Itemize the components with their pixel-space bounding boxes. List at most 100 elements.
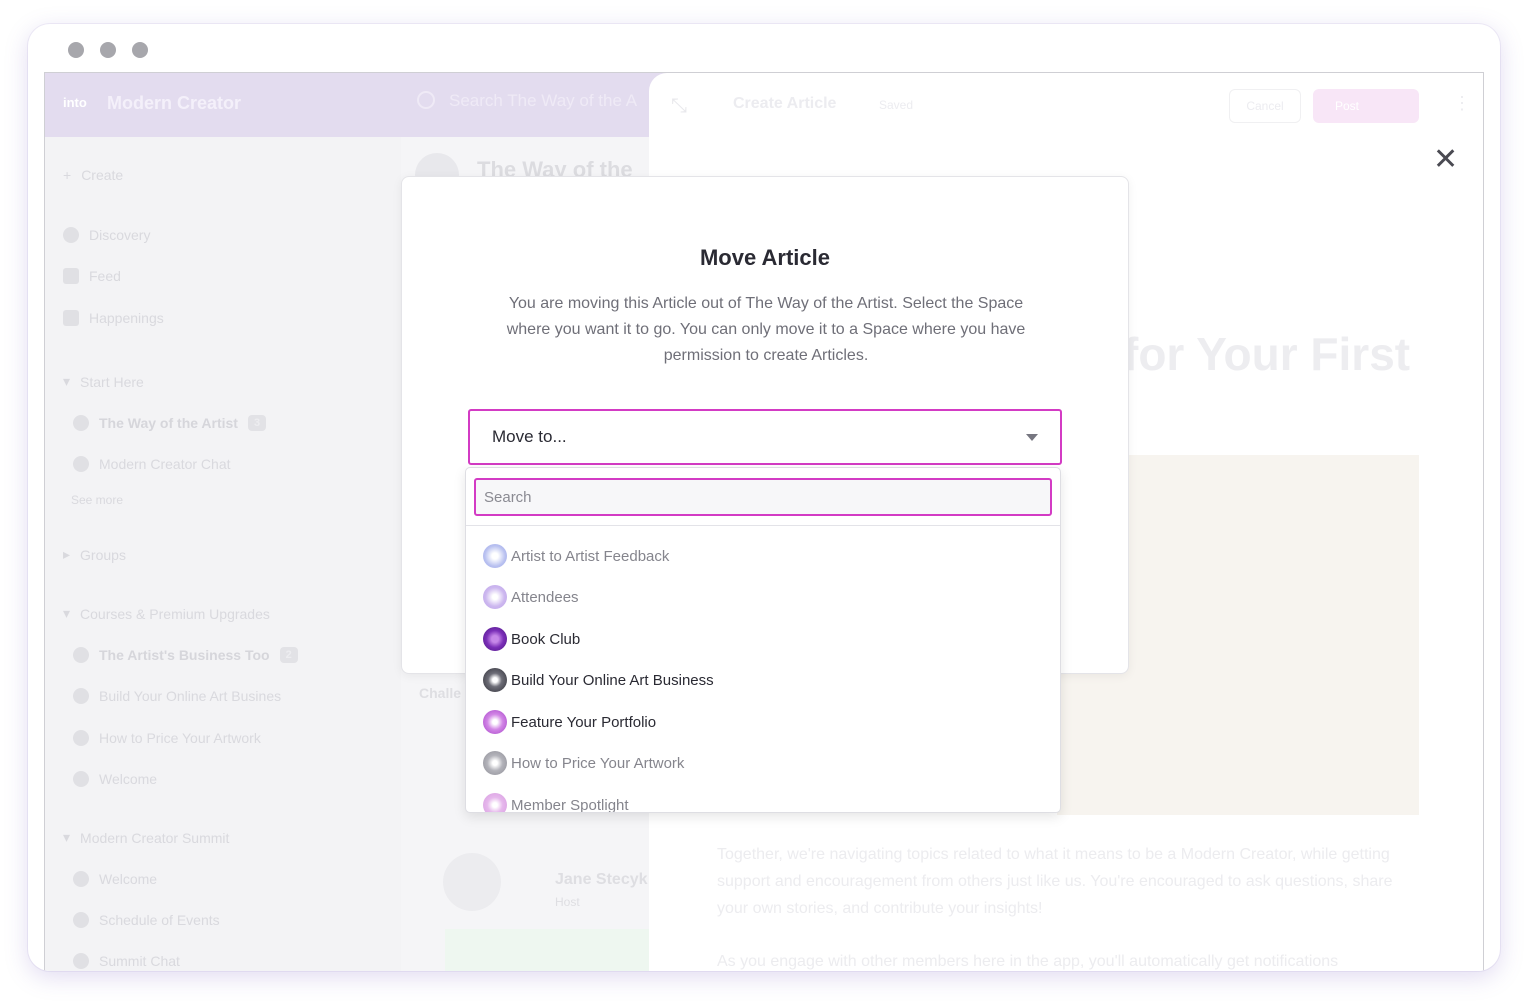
- sidebar-item-price-artwork[interactable]: How to Price Your Artwork: [73, 730, 261, 746]
- dropdown-search-input[interactable]: [474, 478, 1052, 516]
- move-to-select-label: Move to...: [492, 427, 567, 446]
- move-to-select[interactable]: Move to...: [468, 409, 1062, 465]
- app-window: into Modern Creator Search The Way of th…: [28, 24, 1500, 971]
- sparkle-purple-icon: [483, 627, 507, 651]
- sidebar-item-happenings[interactable]: Happenings: [63, 310, 164, 326]
- space-icon: [73, 771, 89, 787]
- minimize-window-dot[interactable]: [100, 42, 116, 58]
- plus-icon: +: [63, 167, 72, 183]
- section-summit[interactable]: ▾ Modern Creator Summit: [63, 829, 229, 846]
- dropdown-search-wrap: [466, 468, 1060, 526]
- modal-description: You are moving this Article out of The W…: [506, 295, 1026, 364]
- sidebar-item-label: Happenings: [89, 310, 164, 326]
- space-icon: [73, 456, 89, 472]
- sidebar-item-label: Discovery: [89, 227, 151, 243]
- section-groups[interactable]: ▸ Groups: [63, 546, 126, 563]
- global-search[interactable]: Search The Way of the A: [417, 91, 637, 111]
- space-icon: [73, 647, 89, 663]
- brand-name: Modern Creator: [107, 93, 242, 113]
- sidebar-item-label: The Artist's Business Too: [99, 647, 270, 663]
- post-button-label: Post: [1335, 99, 1360, 113]
- close-window-dot[interactable]: [68, 42, 84, 58]
- sidebar-item-summit-welcome[interactable]: Welcome: [73, 871, 157, 887]
- sidebar-item-label: Summit Chat: [99, 953, 180, 969]
- option-online-art-business[interactable]: Build Your Online Art Business: [483, 667, 714, 693]
- section-label: Modern Creator Summit: [80, 829, 230, 846]
- dropdown-options-list[interactable]: Artist to Artist Feedback Attendees Book…: [466, 526, 1060, 812]
- sidebar-item-summit-chat[interactable]: Summit Chat: [73, 953, 180, 969]
- sidebar-item-schedule[interactable]: Schedule of Events: [73, 912, 220, 928]
- close-icon[interactable]: ✕: [1433, 145, 1458, 175]
- section-label: Start Here: [80, 373, 144, 390]
- option-member-spotlight[interactable]: Member Spotlight: [483, 792, 629, 812]
- space-icon: [73, 415, 89, 431]
- sidebar-item-label: Modern Creator Chat: [99, 456, 231, 472]
- sidebar-item-label: Build Your Online Art Busines: [99, 688, 282, 704]
- option-price-artwork[interactable]: How to Price Your Artwork: [483, 750, 684, 776]
- option-label: Build Your Online Art Business: [511, 671, 714, 689]
- sidebar-item-chat[interactable]: Modern Creator Chat: [73, 456, 231, 472]
- sparkle-black-icon: [483, 668, 507, 692]
- see-more-link[interactable]: See more: [71, 493, 123, 507]
- option-attendees[interactable]: Attendees: [483, 584, 579, 610]
- app-screen: into Modern Creator Search The Way of th…: [44, 72, 1484, 971]
- space-icon: [73, 912, 89, 928]
- window-controls: [68, 42, 148, 58]
- panel-title: Create Article: [733, 95, 837, 112]
- space-icon: [73, 730, 89, 746]
- section-start-here[interactable]: ▾ Start Here: [63, 373, 144, 390]
- chevron-down-icon: ▾: [63, 605, 71, 621]
- sidebar-create-label: Create: [81, 167, 124, 183]
- article-paragraph-2: As you engage with other members here in…: [717, 953, 1339, 970]
- feed-challenge-label: Challe: [419, 685, 462, 701]
- sidebar-item-feed[interactable]: Feed: [63, 268, 121, 284]
- option-feature-portfolio[interactable]: Feature Your Portfolio: [483, 709, 656, 735]
- option-label: Book Club: [511, 630, 581, 648]
- count-badge: 2: [279, 647, 298, 663]
- app-logo: into: [63, 95, 87, 110]
- chevron-right-icon: ▸: [63, 546, 71, 562]
- space-icon: [73, 953, 89, 969]
- search-icon: [417, 91, 435, 109]
- sidebar-item-label: How to Price Your Artwork: [99, 730, 261, 746]
- option-artist-feedback[interactable]: Artist to Artist Feedback: [483, 543, 669, 569]
- sidebar-item-label: Feed: [89, 268, 121, 284]
- sidebar-item-discovery[interactable]: Discovery: [63, 227, 150, 243]
- option-label: Feature Your Portfolio: [511, 713, 657, 731]
- sparkle-pink-icon: [483, 793, 507, 812]
- expand-icon[interactable]: ⤡: [671, 95, 687, 118]
- option-book-club[interactable]: Book Club: [483, 626, 580, 652]
- sidebar-item-label: Schedule of Events: [99, 912, 220, 928]
- sidebar-item-way-of-artist[interactable]: The Way of the Artist 3: [73, 415, 267, 431]
- option-label: Member Spotlight: [511, 796, 629, 813]
- post-button[interactable]: Post: [1313, 89, 1419, 123]
- sidebar-item-label: The Way of the Artist: [99, 415, 238, 431]
- sidebar-create[interactable]: + Create: [63, 167, 123, 183]
- article-paragraph-1: Together, we're navigating topics relate…: [717, 846, 1393, 917]
- feed-action-bar[interactable]: [445, 929, 649, 971]
- sparkle-violet-icon: [483, 710, 507, 734]
- option-label: Attendees: [511, 588, 579, 606]
- sidebar-item-welcome[interactable]: Welcome: [73, 771, 157, 787]
- section-courses[interactable]: ▾ Courses & Premium Upgrades: [63, 605, 270, 622]
- maximize-window-dot[interactable]: [132, 42, 148, 58]
- section-label: Groups: [80, 546, 126, 563]
- sparkle-blue-icon: [483, 544, 507, 568]
- calendar-icon: [63, 310, 79, 326]
- global-search-placeholder: Search The Way of the A: [449, 91, 638, 110]
- section-label: Courses & Premium Upgrades: [80, 605, 270, 622]
- space-icon: [73, 688, 89, 704]
- count-badge: 3: [247, 415, 267, 431]
- feed-icon: [63, 268, 79, 284]
- chevron-down-icon: ▾: [63, 829, 71, 845]
- see-more-label: See more: [71, 493, 124, 507]
- sidebar-item-business-toolkit[interactable]: The Artist's Business Too 2: [73, 647, 298, 663]
- sidebar-item-online-business[interactable]: Build Your Online Art Busines: [73, 688, 281, 704]
- space-icon: [73, 871, 89, 887]
- cancel-button[interactable]: Cancel: [1229, 89, 1301, 123]
- author-role: Host: [555, 895, 580, 909]
- more-options-icon[interactable]: ⋮: [1453, 93, 1471, 114]
- sparkle-gray-icon: [483, 751, 507, 775]
- space-dropdown: Artist to Artist Feedback Attendees Book…: [465, 467, 1061, 813]
- sidebar-item-label: Welcome: [99, 871, 158, 887]
